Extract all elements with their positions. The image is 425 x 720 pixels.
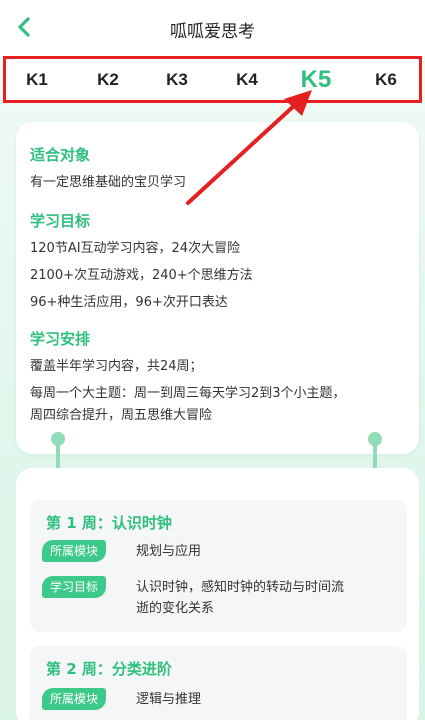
level-tabs: K1 K2 K3 K4 K5 K6 <box>3 56 422 103</box>
module-tag: 所属模块 <box>42 540 107 562</box>
goal-value-line: 逝的变化关系 <box>136 601 215 616</box>
goals-title: 学习目标 <box>30 212 91 230</box>
weekly-plan-card: 第 1 周：认识时钟 所属模块 规划与应用 学习目标 认识时钟，感知时钟的转动与… <box>16 468 419 720</box>
tab-k3[interactable]: K3 <box>152 59 202 100</box>
tab-k6[interactable]: K6 <box>361 59 411 100</box>
goal-line: 96+种生活应用，96+次开口表达 <box>30 295 228 310</box>
plan-title: 学习安排 <box>30 330 91 348</box>
tab-k2[interactable]: K2 <box>83 59 133 100</box>
plan-line: 周四综合提升，周五思维大冒险 <box>30 408 213 423</box>
week-item[interactable]: 第 1 周：认识时钟 所属模块 规划与应用 学习目标 认识时钟，感知时钟的转动与… <box>30 500 407 632</box>
goal-line: 2100+次互动游戏，240+个思维方法 <box>30 268 253 283</box>
tab-k1[interactable]: K1 <box>12 59 62 100</box>
goal-line: 120节AI互动学习内容，24次大冒险 <box>30 241 241 256</box>
plan-line: 覆盖半年学习内容，共24周； <box>30 359 203 374</box>
tab-k5[interactable]: K5 <box>291 59 341 100</box>
tab-k4[interactable]: K4 <box>222 59 272 100</box>
goal-tag: 学习目标 <box>42 576 107 598</box>
audience-text: 有一定思维基础的宝贝学习 <box>30 175 187 190</box>
overview-card: 适合对象 有一定思维基础的宝贝学习 学习目标 120节AI互动学习内容，24次大… <box>16 122 419 454</box>
module-value: 逻辑与推理 <box>136 692 202 707</box>
week-item[interactable]: 第 2 周：分类进阶 所属模块 逻辑与推理 <box>30 646 407 720</box>
week-title: 第 2 周：分类进阶 <box>46 660 172 678</box>
goal-value: 认识时钟，感知时钟的转动与时间流 逝的变化关系 <box>136 577 396 619</box>
audience-title: 适合对象 <box>30 146 91 164</box>
header-bar: 呱呱爱思考 <box>0 0 425 56</box>
page-title: 呱呱爱思考 <box>170 22 255 42</box>
module-tag: 所属模块 <box>42 688 107 710</box>
plan-line: 每周一个大主题：周一到周三每天学习2到3个小主题， <box>30 386 346 401</box>
week-title: 第 1 周：认识时钟 <box>46 514 172 532</box>
goal-value-line: 认识时钟，感知时钟的转动与时间流 <box>136 580 345 595</box>
module-value: 规划与应用 <box>136 544 202 559</box>
